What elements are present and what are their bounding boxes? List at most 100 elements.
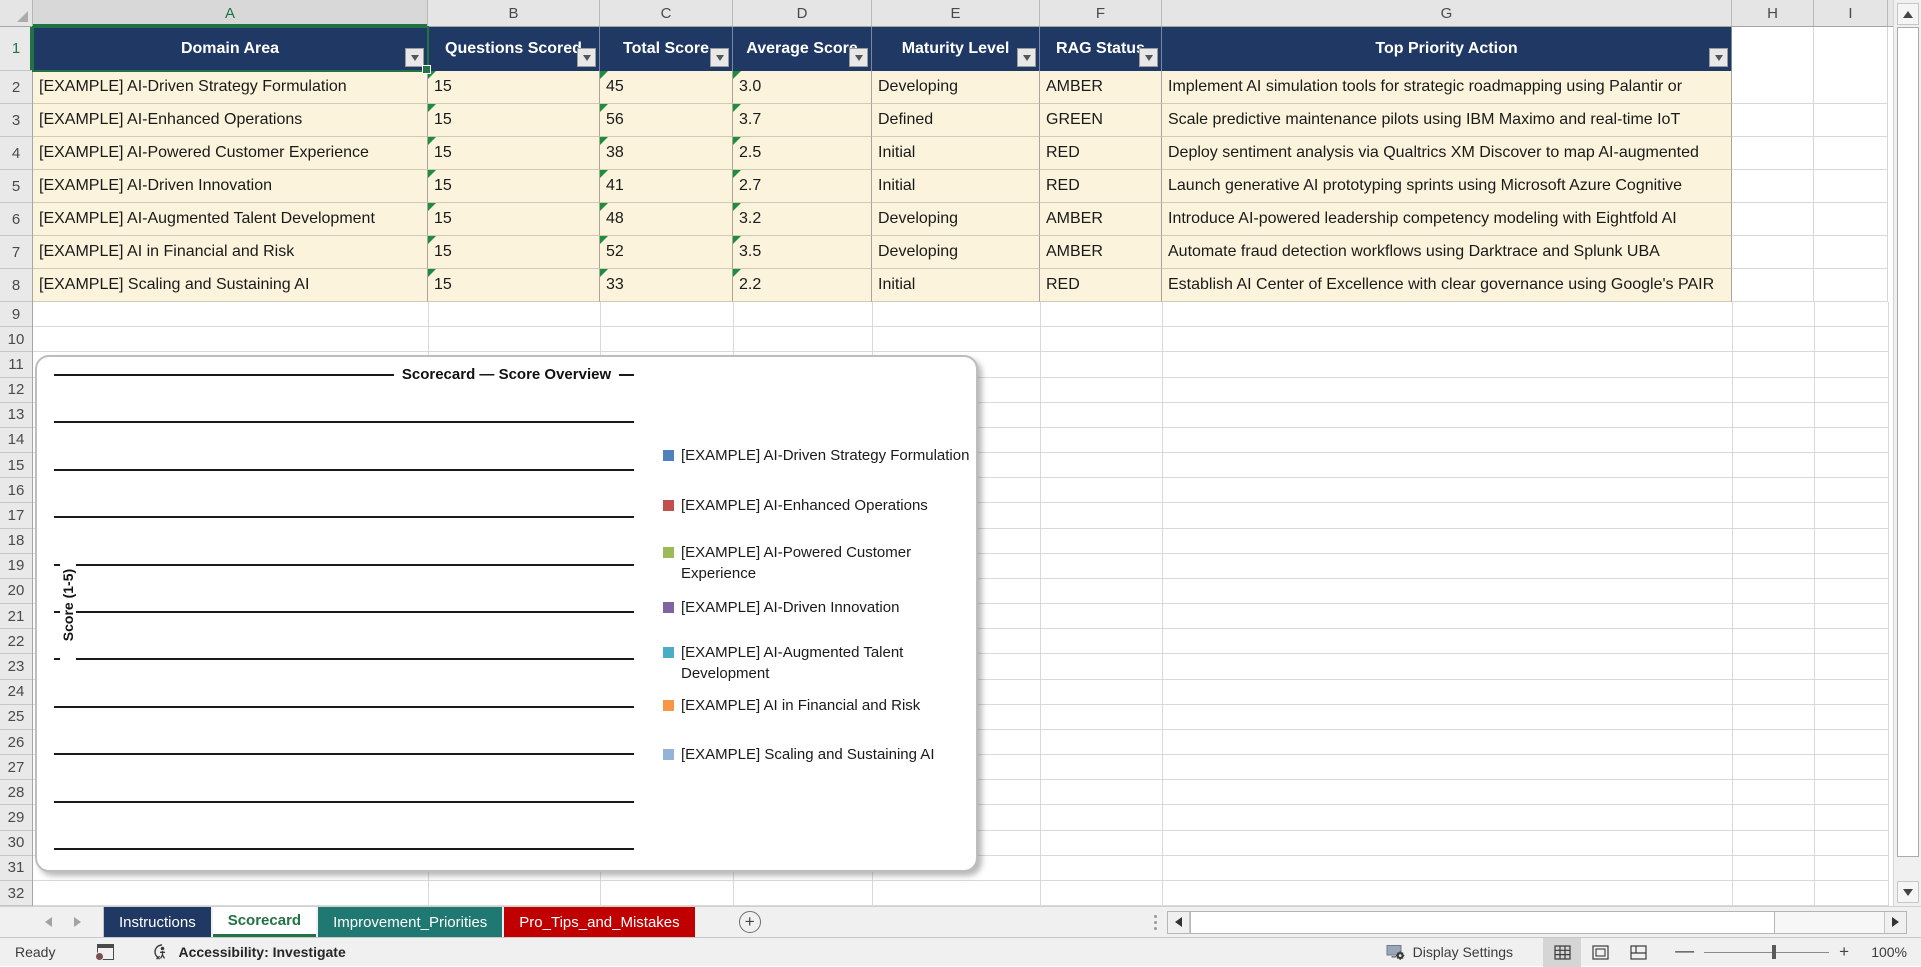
next-sheet-icon[interactable]: [74, 917, 81, 927]
cell-top-priority-action[interactable]: Deploy sentiment analysis via Qualtrics …: [1162, 137, 1732, 170]
grid-row[interactable]: [33, 327, 1888, 352]
legend-item[interactable]: [EXAMPLE] AI-Augmented Talent Developmen…: [663, 642, 931, 684]
scroll-left-button[interactable]: [1168, 912, 1190, 933]
row-header[interactable]: 28: [0, 780, 32, 805]
empty-cell[interactable]: [1732, 269, 1814, 302]
column-header-h[interactable]: H: [1732, 0, 1814, 26]
column-header-i[interactable]: I: [1814, 0, 1888, 26]
row-header[interactable]: 7: [0, 236, 32, 269]
column-header-b[interactable]: B: [428, 0, 600, 26]
add-sheet-button[interactable]: +: [739, 911, 761, 933]
cell-total-score[interactable]: 41: [600, 170, 733, 203]
row-header[interactable]: 12: [0, 378, 32, 403]
empty-cell[interactable]: [1732, 71, 1814, 104]
row-header[interactable]: 24: [0, 680, 32, 705]
column-header-e[interactable]: E: [872, 0, 1040, 26]
cell-domain-area[interactable]: [EXAMPLE] AI-Enhanced Operations: [33, 104, 428, 137]
column-header-c[interactable]: C: [600, 0, 733, 26]
row-header[interactable]: 8: [0, 269, 32, 302]
sheet-tab-instructions[interactable]: Instructions: [104, 907, 211, 937]
legend-item[interactable]: [EXAMPLE] AI-Driven Innovation: [663, 597, 981, 618]
row-header[interactable]: 5: [0, 170, 32, 203]
row-header[interactable]: 9: [0, 302, 32, 327]
zoom-percentage-button[interactable]: 100%: [1865, 944, 1907, 960]
scroll-right-button[interactable]: [1884, 912, 1906, 933]
prev-sheet-icon[interactable]: [45, 917, 52, 927]
empty-cell[interactable]: [1814, 236, 1888, 269]
row-header[interactable]: 23: [0, 654, 32, 679]
filter-dropdown-button[interactable]: [710, 48, 729, 67]
row-header[interactable]: 18: [0, 529, 32, 554]
grid-row[interactable]: [33, 302, 1888, 327]
row-header[interactable]: 31: [0, 856, 32, 881]
sheet-tab-scorecard[interactable]: Scorecard: [213, 907, 316, 937]
cell-total-score[interactable]: 52: [600, 236, 733, 269]
empty-cell[interactable]: [1814, 137, 1888, 170]
cell-average-score[interactable]: 3.7: [733, 104, 872, 137]
cell-top-priority-action[interactable]: Automate fraud detection workflows using…: [1162, 236, 1732, 269]
macro-recording-icon[interactable]: [97, 944, 114, 960]
row-header[interactable]: 19: [0, 554, 32, 579]
chart-object[interactable]: Scorecard — Score Overview Score (1-5) […: [35, 355, 978, 872]
empty-cell[interactable]: [1732, 236, 1814, 269]
empty-cell[interactable]: [1732, 27, 1814, 71]
page-layout-view-button[interactable]: [1581, 938, 1619, 967]
row-header[interactable]: 13: [0, 403, 32, 428]
empty-cell[interactable]: [1732, 203, 1814, 236]
empty-cell[interactable]: [1814, 27, 1888, 71]
cell-average-score[interactable]: 2.2: [733, 269, 872, 302]
row-header[interactable]: 4: [0, 137, 32, 170]
row-header[interactable]: 25: [0, 705, 32, 730]
row-header[interactable]: 2: [0, 71, 32, 104]
legend-item[interactable]: [EXAMPLE] AI-Enhanced Operations: [663, 495, 981, 516]
cell-rag-status[interactable]: AMBER: [1040, 71, 1162, 104]
cell-average-score[interactable]: 3.0: [733, 71, 872, 104]
legend-item[interactable]: [EXAMPLE] AI in Financial and Risk: [663, 695, 981, 716]
zoom-out-button[interactable]: —: [1675, 941, 1694, 963]
cell-domain-area[interactable]: [EXAMPLE] AI-Driven Strategy Formulation: [33, 71, 428, 104]
horizontal-scroll-thumb[interactable]: [1190, 912, 1775, 933]
cell-rag-status[interactable]: RED: [1040, 269, 1162, 302]
column-header-g[interactable]: G: [1162, 0, 1732, 26]
header-cell-total-score[interactable]: Total Score: [600, 27, 733, 71]
cell-rag-status[interactable]: AMBER: [1040, 203, 1162, 236]
scroll-up-button[interactable]: [1897, 3, 1919, 25]
cell-questions-scored[interactable]: 15: [428, 137, 600, 170]
column-header-a[interactable]: A: [33, 0, 428, 26]
row-header[interactable]: 20: [0, 579, 32, 604]
cell-rag-status[interactable]: GREEN: [1040, 104, 1162, 137]
cell-rag-status[interactable]: RED: [1040, 137, 1162, 170]
filter-dropdown-button[interactable]: [405, 48, 424, 67]
legend-item[interactable]: [EXAMPLE] AI-Powered Customer Experience: [663, 542, 931, 584]
cell-rag-status[interactable]: RED: [1040, 170, 1162, 203]
row-header[interactable]: 10: [0, 327, 32, 352]
cell-domain-area[interactable]: [EXAMPLE] AI-Augmented Talent Developmen…: [33, 203, 428, 236]
empty-cell[interactable]: [1814, 71, 1888, 104]
row-header[interactable]: 1: [0, 27, 32, 71]
column-header-d[interactable]: D: [733, 0, 872, 26]
cell-domain-area[interactable]: [EXAMPLE] AI-Driven Innovation: [33, 170, 428, 203]
cell-total-score[interactable]: 56: [600, 104, 733, 137]
cell-average-score[interactable]: 2.5: [733, 137, 872, 170]
row-header[interactable]: 6: [0, 203, 32, 236]
header-cell-top-priority-action[interactable]: Top Priority Action: [1162, 27, 1732, 71]
zoom-slider-handle[interactable]: [1772, 945, 1776, 959]
normal-view-button[interactable]: [1543, 938, 1581, 967]
row-header[interactable]: 3: [0, 104, 32, 137]
horizontal-scroll-track[interactable]: [1775, 912, 1884, 933]
row-header[interactable]: 32: [0, 881, 32, 906]
header-cell-questions-scored[interactable]: Questions Scored: [428, 27, 600, 71]
cell-domain-area[interactable]: [EXAMPLE] AI-Powered Customer Experience: [33, 137, 428, 170]
display-settings-button[interactable]: Display Settings: [1386, 944, 1513, 961]
header-cell-domain-area[interactable]: Domain Area: [33, 27, 428, 71]
cell-top-priority-action[interactable]: Implement AI simulation tools for strate…: [1162, 71, 1732, 104]
header-cell-rag-status[interactable]: RAG Status: [1040, 27, 1162, 71]
empty-cell[interactable]: [1814, 170, 1888, 203]
empty-cell[interactable]: [1732, 170, 1814, 203]
tab-bar-drag-handle-icon[interactable]: [1154, 915, 1157, 930]
cell-maturity-level[interactable]: Initial: [872, 137, 1040, 170]
select-all-corner[interactable]: [0, 0, 33, 26]
row-header[interactable]: 30: [0, 831, 32, 856]
cell-questions-scored[interactable]: 15: [428, 236, 600, 269]
zoom-slider[interactable]: [1704, 944, 1829, 960]
